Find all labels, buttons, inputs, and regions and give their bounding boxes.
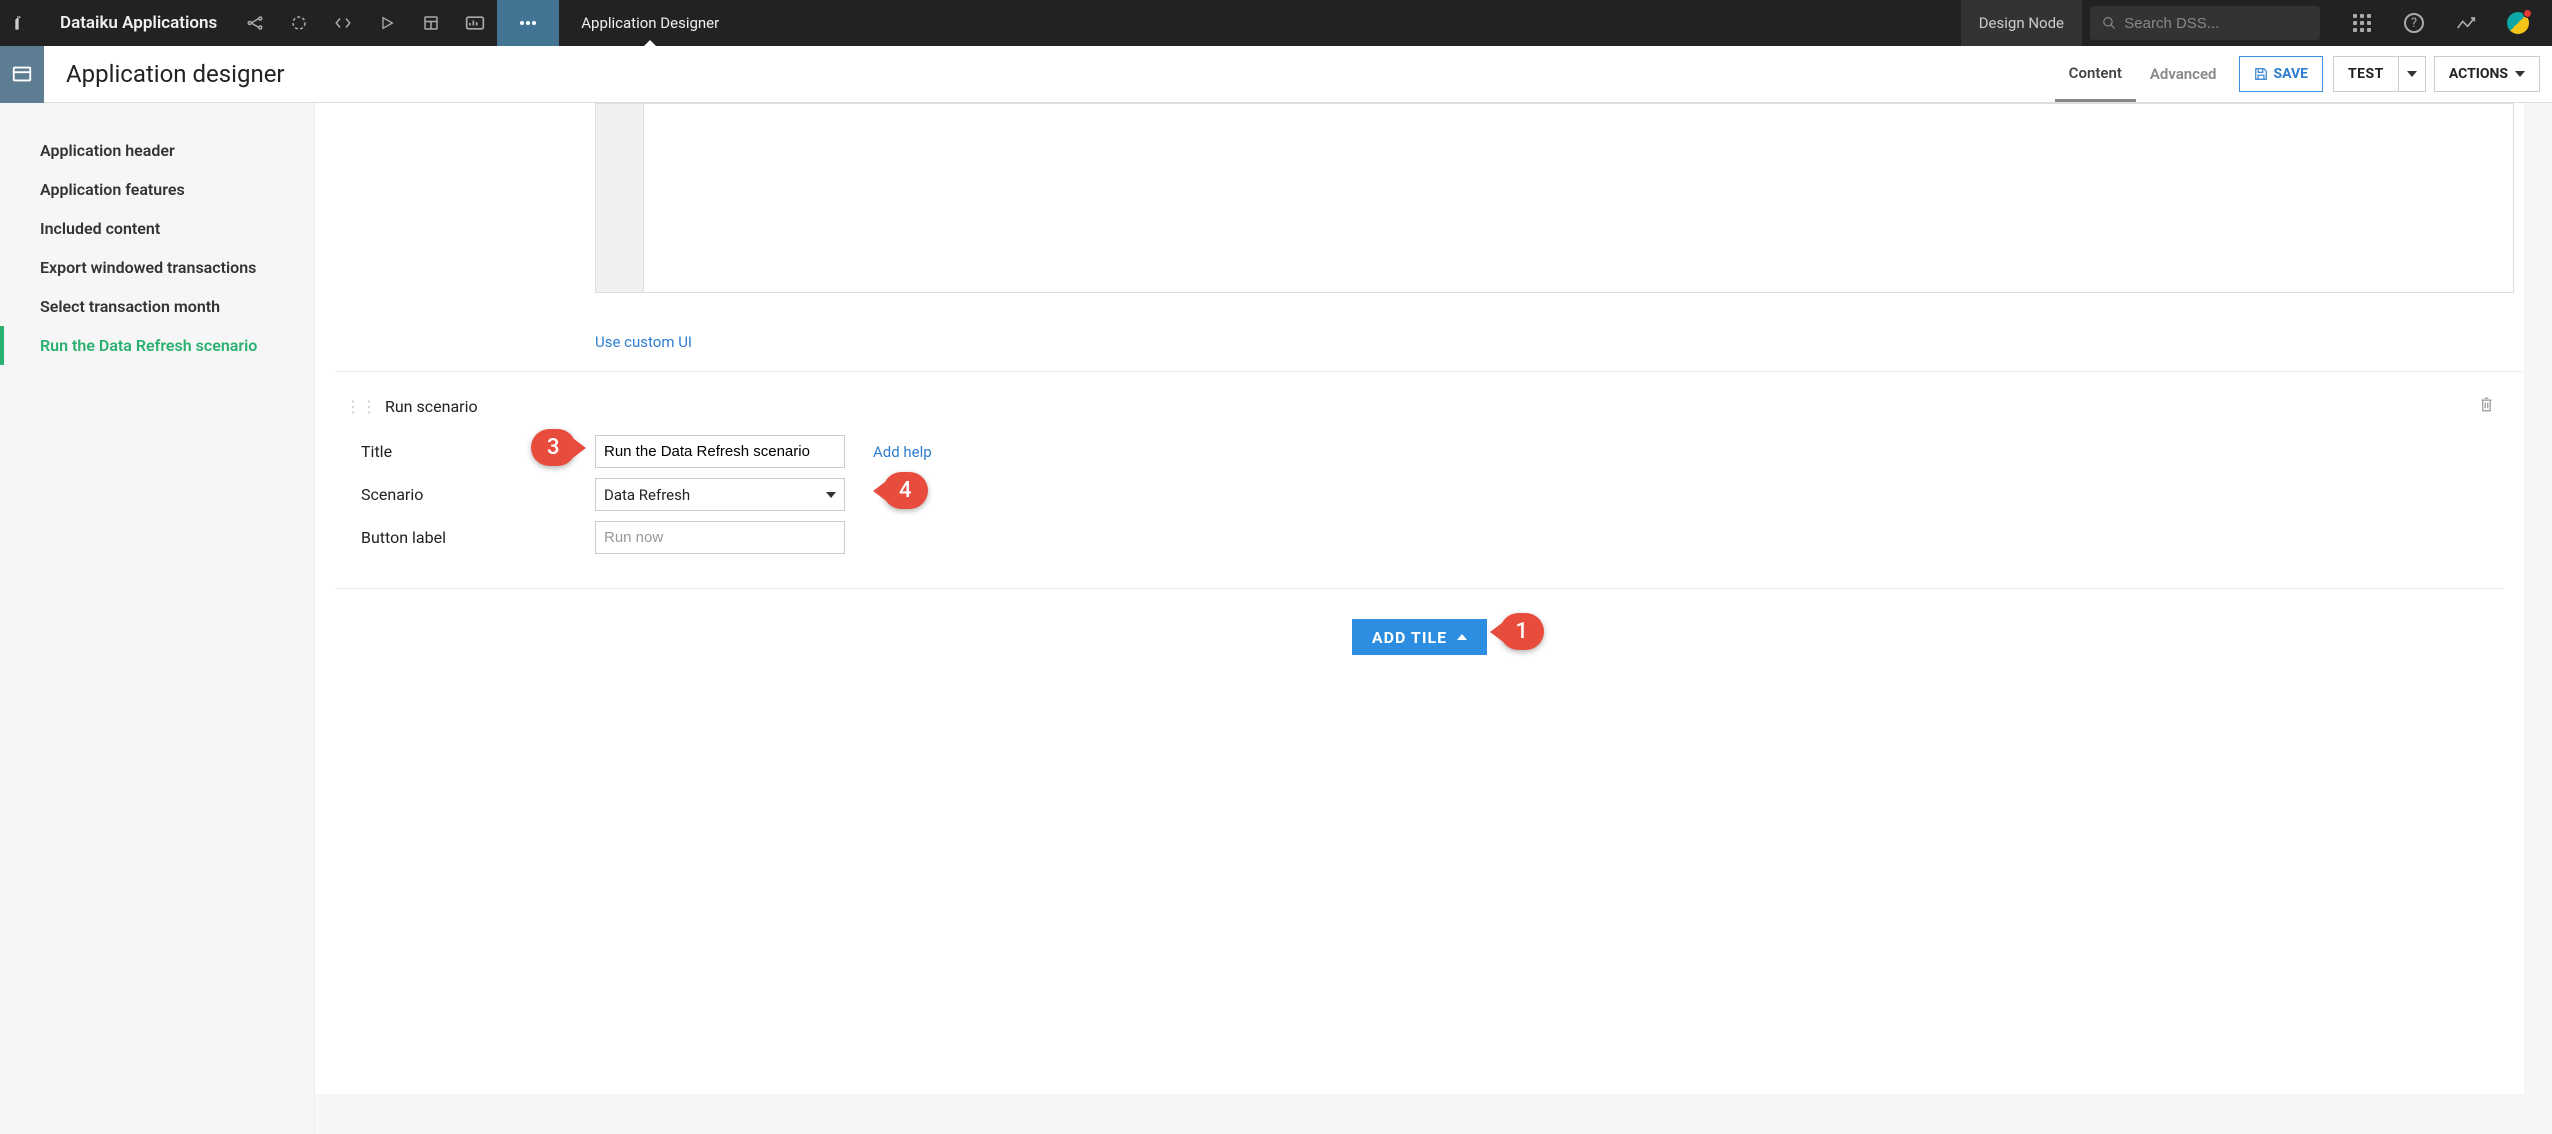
use-custom-ui-link[interactable]: Use custom UI (315, 313, 2524, 371)
title-input[interactable] (595, 435, 845, 468)
sidebar-item-export[interactable]: Export windowed transactions (0, 248, 314, 287)
sidebar-item-features[interactable]: Application features (0, 170, 314, 209)
notification-badge (2523, 9, 2532, 18)
drag-handle-icon[interactable]: ⋮⋮ (345, 397, 377, 416)
delete-tile-icon[interactable] (2479, 396, 2494, 417)
page-title: Application designer (44, 60, 307, 88)
sidebar-item-select[interactable]: Select transaction month (0, 287, 314, 326)
scenario-label: Scenario (345, 485, 595, 504)
tile-type-label: Run scenario (385, 397, 478, 416)
code-icon[interactable] (321, 0, 365, 46)
dataiku-logo[interactable] (0, 0, 44, 46)
button-label-input[interactable] (595, 521, 845, 554)
actions-button[interactable]: ACTIONS (2434, 56, 2540, 92)
search-box[interactable] (2090, 6, 2320, 40)
callout-1: 1 (1500, 613, 1545, 650)
save-button[interactable]: SAVE (2239, 56, 2324, 92)
add-help-link[interactable]: Add help (873, 443, 932, 461)
play-icon[interactable] (365, 0, 409, 46)
button-label-label: Button label (345, 528, 595, 547)
node-label: Design Node (1961, 0, 2082, 46)
tab-advanced[interactable]: Advanced (2136, 46, 2231, 102)
callout-4: 4 (883, 472, 928, 509)
scenario-select[interactable]: Data Refresh (595, 478, 845, 511)
tab-application-designer[interactable]: Application Designer (559, 0, 741, 46)
activity-icon[interactable] (2444, 0, 2488, 46)
user-avatar[interactable] (2496, 0, 2540, 46)
search-input[interactable] (2124, 15, 2308, 32)
sidebar-item-included[interactable]: Included content (0, 209, 314, 248)
sidebar-item-header[interactable]: Application header (0, 131, 314, 170)
help-icon[interactable]: ? (2392, 0, 2436, 46)
sidebar-nav: Application header Application features … (0, 103, 315, 1134)
test-button[interactable]: TEST (2333, 56, 2398, 92)
tab-content[interactable]: Content (2055, 46, 2136, 102)
circle-icon[interactable] (277, 0, 321, 46)
project-name[interactable]: Dataiku Applications (44, 13, 233, 33)
callout-3: 3 (531, 429, 576, 466)
test-dropdown[interactable] (2398, 56, 2426, 92)
flow-icon[interactable] (233, 0, 277, 46)
dashboards-icon[interactable] (409, 0, 453, 46)
insights-icon[interactable] (453, 0, 497, 46)
app-designer-icon (0, 46, 44, 103)
add-tile-button[interactable]: ADD TILE (1352, 619, 1487, 655)
apps-grid-icon[interactable] (2340, 0, 2384, 46)
help-editor-preview[interactable] (595, 103, 2514, 293)
more-menu[interactable] (497, 0, 559, 46)
sidebar-item-refresh[interactable]: Run the Data Refresh scenario (0, 326, 314, 365)
